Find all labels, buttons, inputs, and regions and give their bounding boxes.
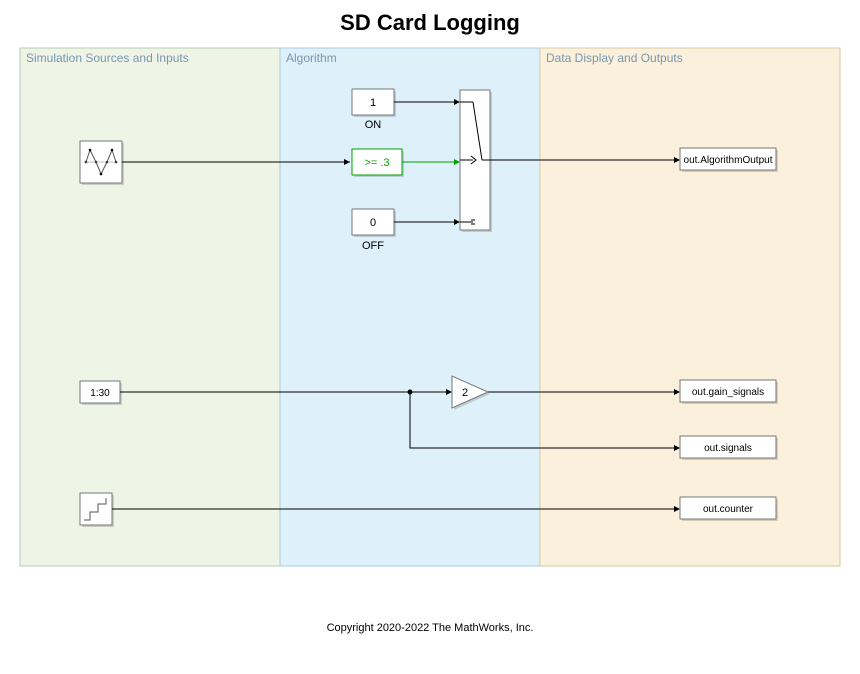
compare-block[interactable]: >= .3 (352, 149, 404, 177)
diagram-canvas: SD Card Logging Simulation Sources and I… (0, 0, 860, 674)
region-algorithm-label: Algorithm (286, 51, 337, 65)
out-signals-block[interactable]: out.signals (680, 436, 778, 460)
switch-block[interactable] (460, 90, 492, 232)
region-sources-label: Simulation Sources and Inputs (26, 51, 189, 65)
constant-on-value: 1 (370, 97, 376, 109)
out-algorithmoutput-block[interactable]: out.AlgorithmOutput (680, 148, 778, 172)
region-outputs: Data Display and Outputs (540, 48, 840, 566)
out-gain-signals-label: out.gain_signals (692, 387, 764, 398)
constant-on-block[interactable]: 1 (352, 89, 396, 117)
ramp-constant-value: 1:30 (90, 388, 110, 399)
region-algorithm: Algorithm (280, 48, 540, 566)
out-counter-label: out.counter (703, 504, 754, 515)
stair-source-block[interactable] (80, 493, 114, 527)
gain-value: 2 (462, 387, 468, 399)
constant-off-block[interactable]: 0 (352, 209, 396, 237)
region-sources: Simulation Sources and Inputs (20, 48, 280, 566)
out-signals-label: out.signals (704, 443, 752, 454)
region-outputs-label: Data Display and Outputs (546, 51, 683, 65)
constant-off-value: 0 (370, 217, 376, 229)
footer-copyright: Copyright 2020-2022 The MathWorks, Inc. (0, 622, 860, 634)
out-gain-signals-block[interactable]: out.gain_signals (680, 380, 778, 404)
sine-wave-block[interactable] (80, 141, 124, 185)
out-algorithmoutput-label: out.AlgorithmOutput (684, 155, 773, 166)
ramp-constant-block[interactable]: 1:30 (80, 381, 122, 405)
constant-off-caption: OFF (362, 240, 384, 252)
diagram-svg: Simulation Sources and Inputs Algorithm … (0, 0, 860, 674)
out-counter-block[interactable]: out.counter (680, 497, 778, 521)
constant-on-caption: ON (365, 119, 382, 131)
compare-value: >= .3 (364, 157, 389, 169)
